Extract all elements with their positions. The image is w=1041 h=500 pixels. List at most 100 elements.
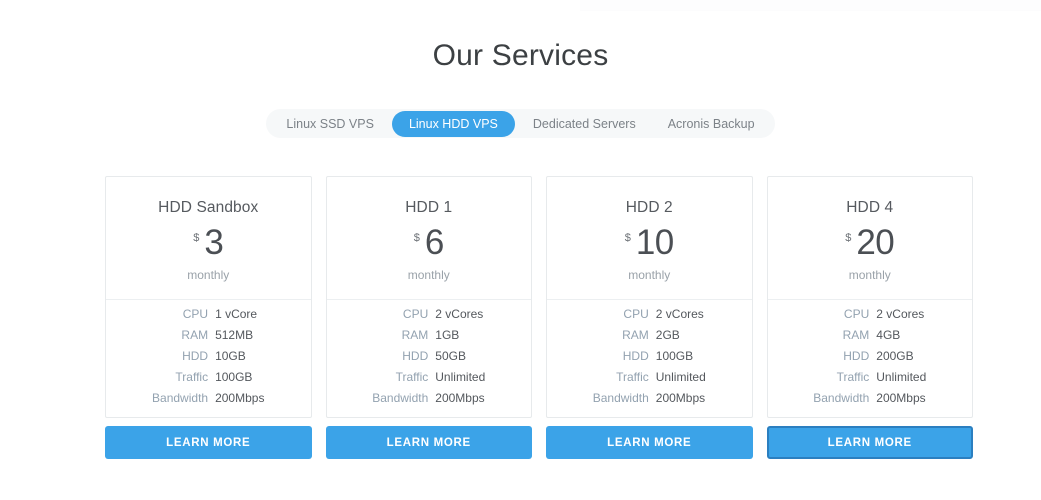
spec-label: Traffic — [395, 370, 429, 384]
spec-value: 4GB — [876, 328, 901, 342]
currency-symbol: $ — [845, 232, 852, 244]
spec-label: Traffic — [175, 370, 209, 384]
spec-row: CPU 2 vCores — [372, 304, 485, 325]
pricing-card-header: HDD 4 $20 monthly — [767, 177, 973, 300]
spec-value: 2 vCores — [655, 307, 704, 321]
billing-period: monthly — [628, 268, 671, 283]
spec-value: 1 vCore — [215, 307, 258, 321]
spec-value: 2 vCores — [435, 307, 484, 321]
pricing-card: HDD 1 $6 monthly CPU 2 vCores RAM 1GB HDD 50GB Tr… — [325, 176, 532, 418]
spec-value: 200Mbps — [435, 391, 485, 405]
tab-dedicated-servers[interactable]: Dedicated Servers — [519, 111, 650, 136]
pricing-card: HDD Sandbox $3 monthly CPU 1 vCore RAM 512MB HD… — [105, 176, 312, 418]
spec-row: CPU 2 vCores — [593, 304, 706, 325]
spec-value: 100GB — [215, 370, 253, 384]
spec-label: CPU — [402, 307, 429, 321]
spec-label: Bandwidth — [592, 391, 649, 405]
plan-name: HDD Sandbox — [158, 199, 259, 216]
plan-name: HDD 4 — [846, 199, 894, 216]
spec-label: Traffic — [616, 370, 649, 384]
plan-specs: CPU 1 vCore RAM 512MB HDD 10GB Traffic 100GB Ban… — [106, 300, 311, 417]
spec-label: RAM — [842, 328, 870, 342]
spec-label: HDD — [843, 349, 870, 363]
spec-row: Traffic Unlimited — [372, 367, 486, 388]
spec-row: HDD 100GB — [593, 346, 706, 367]
spec-value: 512MB — [215, 328, 254, 342]
learn-more-button[interactable]: LEARN MORE — [325, 426, 532, 459]
pricing-card-header: HDD Sandbox $3 monthly — [106, 177, 311, 300]
plan-specs: CPU 2 vCores RAM 2GB HDD 100GB Traffic Unlimite… — [547, 300, 752, 417]
billing-period: monthly — [407, 268, 450, 283]
tab-linux-hdd-vps[interactable]: Linux HDD VPS — [391, 110, 515, 137]
spec-label: HDD — [182, 349, 209, 363]
spec-row: CPU 2 vCores — [813, 304, 926, 325]
price-amount: 20 — [856, 223, 895, 262]
spec-value: Unlimited — [876, 370, 927, 384]
service-tabs-container: Linux SSD VPS Linux HDD VPS Dedicated Serv… — [0, 109, 1041, 138]
learn-more-button[interactable]: LEARN MORE — [546, 426, 753, 459]
spec-label: CPU — [623, 307, 649, 321]
spec-table: CPU 2 vCores RAM 2GB HDD 100GB Traffic Unlimite… — [593, 304, 706, 409]
spec-label: Bandwidth — [152, 391, 209, 405]
spec-value: 1GB — [435, 328, 460, 342]
pricing-card: HDD 4 $20 monthly CPU 2 vCores RAM 4GB HDD 200GB… — [766, 176, 973, 418]
spec-row: RAM 4GB — [813, 325, 926, 346]
spec-value: 200Mbps — [655, 391, 706, 405]
spec-row: Traffic Unlimited — [813, 367, 927, 388]
pricing-card-column: HDD 1 $6 monthly CPU 2 vCores RAM 1GB HDD 50GB Tr… — [325, 176, 532, 459]
spec-table: CPU 2 vCores RAM 4GB HDD 200GB Traffic Unlimite… — [813, 304, 926, 409]
tab-linux-ssd-vps[interactable]: Linux SSD VPS — [272, 111, 388, 136]
plan-specs: CPU 2 vCores RAM 1GB HDD 50GB Traffic Unlimited… — [327, 300, 532, 417]
pricing-card-header: HDD 1 $6 monthly — [326, 177, 532, 300]
spec-row: Bandwidth 200Mbps — [593, 388, 706, 409]
spec-row: Traffic Unlimited — [593, 367, 706, 388]
pricing-card: HDD 2 $10 monthly CPU 2 vCores RAM 2GB HDD 100GB… — [546, 176, 753, 418]
spec-value: 200Mbps — [876, 391, 926, 405]
billing-period: monthly — [187, 268, 230, 283]
spec-label: RAM — [401, 328, 429, 342]
spec-label: HDD — [622, 349, 649, 363]
spec-row: RAM 2GB — [593, 325, 706, 346]
plan-specs: CPU 2 vCores RAM 4GB HDD 200GB Traffic Unlimite… — [768, 300, 973, 417]
spec-label: Bandwidth — [813, 391, 870, 405]
services-pricing-page: Our Services Linux SSD VPS Linux HDD VPS D… — [0, 0, 1041, 500]
spec-row: RAM 512MB — [152, 325, 264, 346]
spec-label: CPU — [182, 307, 209, 321]
currency-symbol: $ — [413, 232, 420, 244]
spec-row: HDD 50GB — [372, 346, 485, 367]
service-tabs: Linux SSD VPS Linux HDD VPS Dedicated Serv… — [266, 109, 775, 138]
currency-symbol: $ — [624, 232, 631, 244]
plan-price: $20 — [768, 223, 973, 262]
page-top-strip — [580, 0, 1041, 11]
learn-more-button[interactable]: LEARN MORE — [766, 426, 973, 459]
spec-row: RAM 1GB — [372, 325, 485, 346]
spec-value: 2 vCores — [876, 307, 925, 321]
spec-table: CPU 1 vCore RAM 512MB HDD 10GB Traffic 100GB Ban… — [152, 304, 264, 409]
spec-label: Traffic — [836, 370, 870, 384]
currency-symbol: $ — [193, 232, 200, 244]
spec-row: CPU 1 vCore — [152, 304, 264, 325]
tab-acronis-backup[interactable]: Acronis Backup — [654, 111, 769, 136]
plan-price: $3 — [106, 223, 311, 262]
spec-value: Unlimited — [435, 370, 486, 384]
pricing-cards-grid: HDD Sandbox $3 monthly CPU 1 vCore RAM 512MB HD… — [105, 176, 973, 459]
price-amount: 10 — [635, 223, 674, 262]
spec-label: RAM — [622, 328, 649, 342]
spec-row: Bandwidth 200Mbps — [813, 388, 926, 409]
learn-more-button[interactable]: LEARN MORE — [105, 426, 312, 459]
plan-name: HDD 2 — [625, 199, 673, 216]
spec-row: HDD 10GB — [152, 346, 264, 367]
spec-row: Bandwidth 200Mbps — [372, 388, 485, 409]
spec-value: 10GB — [215, 349, 246, 363]
spec-value: 50GB — [435, 349, 466, 363]
spec-value: Unlimited — [655, 370, 706, 384]
spec-label: RAM — [181, 328, 209, 342]
pricing-card-column: HDD 4 $20 monthly CPU 2 vCores RAM 4GB HDD 200GB… — [766, 176, 973, 459]
price-amount: 3 — [204, 223, 224, 262]
plan-price: $10 — [547, 223, 752, 262]
plan-price: $6 — [327, 225, 532, 260]
spec-table: CPU 2 vCores RAM 1GB HDD 50GB Traffic Unlimited… — [372, 304, 485, 409]
pricing-card-column: HDD 2 $10 monthly CPU 2 vCores RAM 2GB HDD 100GB… — [546, 176, 753, 459]
spec-label: Bandwidth — [372, 391, 429, 405]
spec-row: HDD 200GB — [813, 346, 926, 367]
